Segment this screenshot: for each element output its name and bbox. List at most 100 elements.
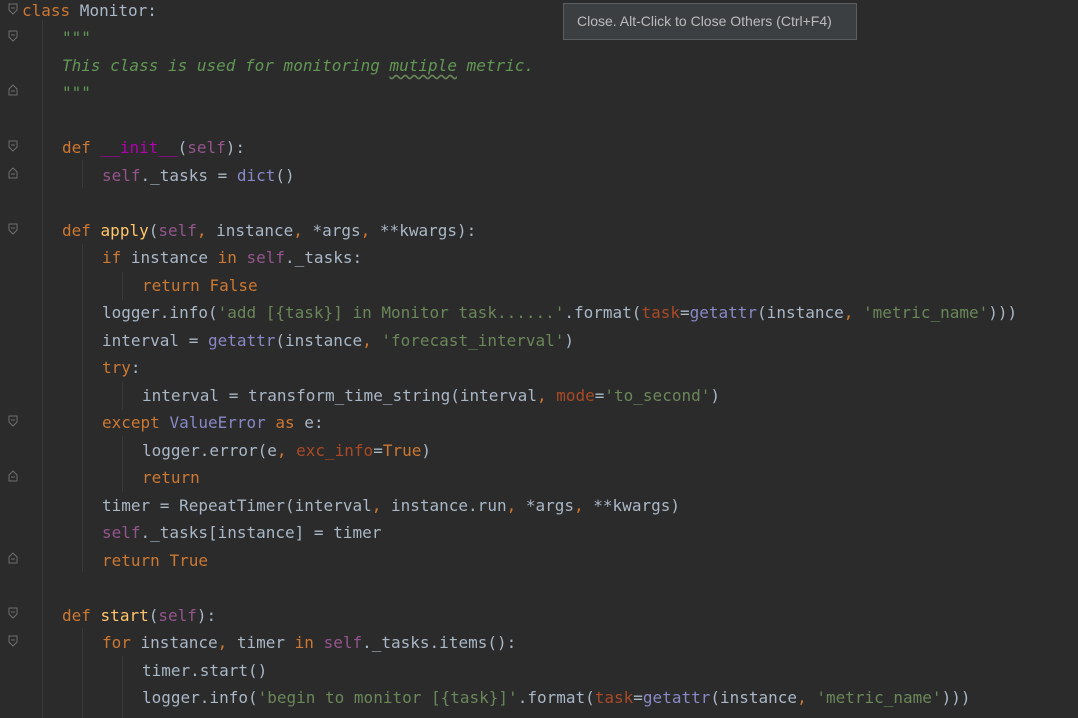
- token-text: logger.info(: [142, 688, 258, 707]
- fold-collapse-icon[interactable]: [8, 415, 18, 427]
- code-line[interactable]: return: [142, 464, 200, 491]
- token-keyword: True: [382, 441, 422, 460]
- token-keyword: for: [102, 633, 131, 652]
- token-punct: (: [177, 138, 188, 157]
- token-keyword: return: [142, 468, 200, 487]
- token-keyword: False: [209, 276, 258, 295]
- token-keyword: in: [217, 248, 237, 267]
- token-self: self: [246, 248, 286, 267]
- code-line[interactable]: timer = RepeatTimer(interval, instance.r…: [102, 492, 680, 519]
- token-text: .format(: [564, 303, 642, 322]
- fold-collapse-icon[interactable]: [8, 607, 18, 619]
- token-comma: ,: [196, 221, 217, 240]
- code-line[interactable]: return True: [102, 547, 208, 574]
- token-string: 'add [{task}] in Monitor task......': [217, 303, 565, 322]
- code-line[interactable]: def apply(self, instance, *args, **kwarg…: [62, 217, 476, 244]
- fold-end-icon[interactable]: [8, 167, 18, 179]
- editor-gutter: [0, 0, 22, 718]
- token-text: interval =: [102, 331, 208, 350]
- code-line[interactable]: This class is used for monitoring mutipl…: [62, 52, 534, 79]
- token-function-name: __init__: [100, 138, 178, 157]
- code-line[interactable]: logger.info('begin to monitor [{task}]'.…: [142, 684, 970, 711]
- token-text: timer: [236, 633, 295, 652]
- fold-end-icon[interactable]: [8, 552, 18, 564]
- token-text: ._tasks:: [285, 248, 363, 267]
- token-punct: ): [710, 386, 720, 405]
- token-text: instance: [130, 633, 218, 652]
- token-param: **kwargs: [593, 496, 671, 515]
- code-line[interactable]: logger.info('add [{task}] in Monitor tas…: [102, 299, 1017, 326]
- close-tab-tooltip: Close. Alt-Click to Close Others (Ctrl+F…: [563, 3, 857, 40]
- fold-collapse-icon[interactable]: [8, 140, 18, 152]
- code-line[interactable]: except ValueError as e:: [102, 409, 324, 436]
- code-line[interactable]: logger.error(e, exc_info=True): [142, 437, 431, 464]
- token-function-name: apply: [100, 221, 149, 240]
- code-line[interactable]: self._tasks[instance] = timer: [102, 519, 381, 546]
- token-keyword: try: [102, 358, 131, 377]
- token-comma: ,: [360, 221, 380, 240]
- token-docstring: metric.: [456, 56, 535, 75]
- token-comma: ,: [506, 496, 526, 515]
- token-keyword: def: [62, 138, 91, 157]
- token-text: logger.info(: [102, 303, 218, 322]
- token-text: logger.error(e: [142, 441, 277, 460]
- token-text: e:: [294, 413, 324, 432]
- fold-end-icon[interactable]: [8, 470, 18, 482]
- fold-collapse-icon[interactable]: [8, 30, 18, 42]
- token-function-name: start: [100, 606, 149, 625]
- token-text: timer = RepeatTimer(interval: [102, 496, 372, 515]
- fold-collapse-icon[interactable]: [8, 635, 18, 647]
- indent-guide: [82, 160, 83, 188]
- indent-guide: [82, 244, 83, 572]
- code-editor[interactable]: class Monitor: """ This class is used fo…: [0, 0, 1078, 718]
- token-text: (instance: [710, 688, 798, 707]
- code-line[interactable]: """: [62, 24, 91, 51]
- token-param: *args: [312, 221, 361, 240]
- code-line[interactable]: def start(self):: [62, 602, 216, 629]
- fold-end-icon[interactable]: [8, 84, 18, 96]
- token-param: **kwargs: [379, 221, 457, 240]
- code-line[interactable]: def __init__(self):: [62, 134, 245, 161]
- code-line[interactable]: interval = getattr(instance, 'forecast_i…: [102, 327, 574, 354]
- token-text: timer.start(): [142, 661, 268, 680]
- token-keyword: return: [142, 276, 200, 295]
- token-kwarg: exc_info: [296, 441, 374, 460]
- code-line[interactable]: interval = transform_time_string(interva…: [142, 382, 720, 409]
- token-builtin: getattr: [642, 688, 711, 707]
- token-string: 'metric_name': [816, 688, 942, 707]
- indent-guide: [122, 656, 123, 718]
- token-keyword: class: [22, 1, 71, 20]
- code-line[interactable]: if instance in self._tasks:: [102, 244, 362, 271]
- token-string: 'begin to monitor [{task}]': [257, 688, 518, 707]
- token-punct: ):: [225, 138, 246, 157]
- token-kwarg: task: [641, 303, 680, 322]
- code-line[interactable]: for instance, timer in self._tasks.items…: [102, 629, 516, 656]
- token-typo-warning[interactable]: mutiple: [390, 56, 457, 75]
- token-punct: (): [275, 166, 295, 185]
- code-line[interactable]: try:: [102, 354, 141, 381]
- token-builtin: ValueError: [169, 413, 266, 432]
- token-punct: ): [421, 441, 431, 460]
- code-line[interactable]: """: [62, 79, 91, 106]
- token-self: self: [102, 166, 141, 185]
- indent-guide: [42, 20, 43, 718]
- fold-collapse-icon[interactable]: [8, 223, 18, 235]
- token-builtin: getattr: [207, 331, 276, 350]
- token-comma: ,: [797, 688, 817, 707]
- code-line[interactable]: timer.start(): [142, 657, 267, 684]
- code-line[interactable]: self._tasks = dict(): [102, 162, 295, 189]
- code-line[interactable]: class Monitor:: [22, 0, 157, 24]
- token-comma: ,: [843, 303, 864, 322]
- token-comma: ,: [371, 496, 391, 515]
- indent-guide: [122, 272, 123, 300]
- token-text: (instance: [275, 331, 363, 350]
- code-line[interactable]: return False: [142, 272, 258, 299]
- fold-collapse-icon[interactable]: [8, 3, 18, 15]
- token-docstring: """: [62, 28, 91, 47]
